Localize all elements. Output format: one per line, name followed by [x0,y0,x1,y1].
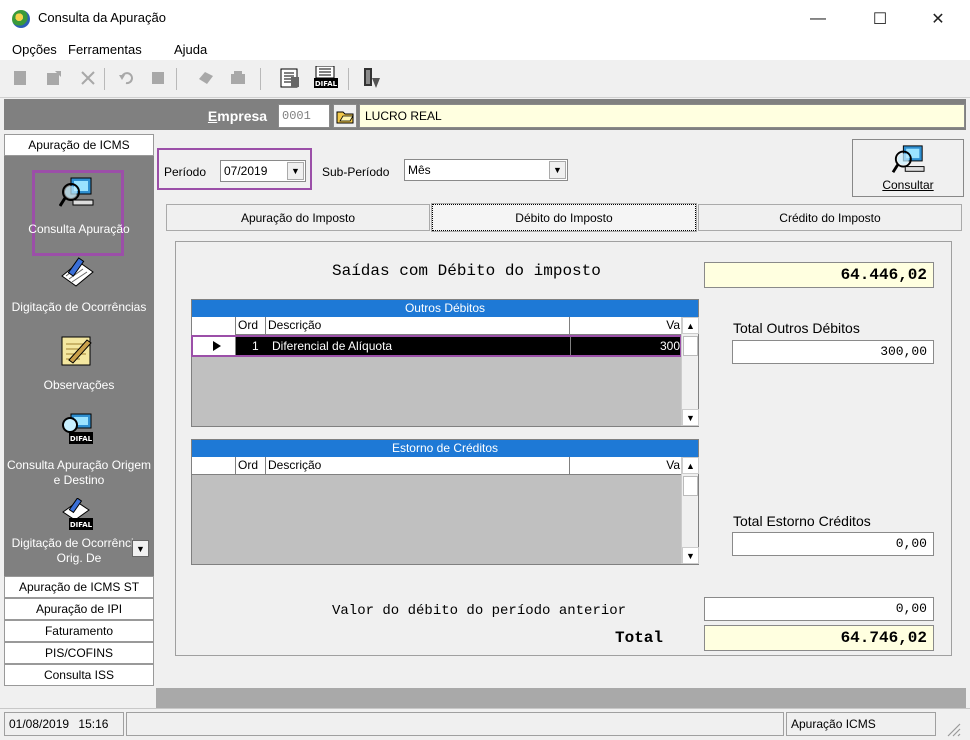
menu-ferramentas[interactable]: Ferramentas [68,42,142,57]
exit-icon[interactable] [360,66,382,90]
svg-text:DIFAL: DIFAL [315,80,338,88]
resize-grip-icon[interactable] [944,720,962,738]
debito-anterior-value: 0,00 [704,597,934,621]
nav-button-pis-cofins[interactable]: PIS/COFINS [4,642,154,664]
tab-debito-imposto[interactable]: Débito do Imposto [431,203,697,232]
empresa-label: Empresa [207,108,268,124]
outros-debitos-caption: Outros Débitos [192,300,698,317]
total-outros-label: Total Outros Débitos [733,320,860,336]
print-preview-icon[interactable] [228,68,248,88]
svg-text:DIFAL: DIFAL [70,435,93,443]
toolbar [0,60,970,98]
col-ord: Ord [236,317,266,335]
report-icon[interactable] [278,66,302,90]
nav-panel: Consulta Apuração Digitação de Ocorrênci… [4,156,154,576]
menu-ajuda[interactable]: Ajuda [174,42,207,57]
status-message [126,712,784,736]
computer-search-icon[interactable] [59,176,95,210]
periodo-value: 07/2019 [224,164,268,178]
consultar-button[interactable]: Consultar [852,139,964,197]
col-descricao: Descrição [266,457,570,475]
menu-bar [0,38,970,60]
app-icon [12,10,30,28]
periodo-dropdown-arrow-icon[interactable]: ▼ [287,162,304,180]
stop-icon[interactable] [148,68,168,88]
subperiodo-value: Mês [408,163,431,177]
empresa-code-field[interactable]: 0001 [278,104,330,128]
close-button[interactable]: ✕ [916,4,960,34]
nav-scroll-down-button[interactable]: ▼ [132,540,149,557]
status-module: Apuração ICMS [786,712,936,736]
outros-debitos-scrollbar[interactable]: ▲ ▼ [681,317,699,426]
edit-icon[interactable] [44,68,64,88]
outros-debitos-header: Ord Descrição Va [192,317,682,335]
scroll-down-icon[interactable]: ▼ [682,547,699,564]
consultar-label: Consultar [882,178,934,192]
scroll-thumb[interactable] [683,476,698,496]
open-folder-button[interactable] [333,104,357,128]
scroll-down-icon[interactable]: ▼ [682,409,699,426]
col-ord: Ord [236,457,266,475]
new-icon[interactable] [10,68,30,88]
nav-item-consulta-apuracao-origem-destino[interactable]: Consulta Apuração Origem e Destino [4,458,154,488]
row-highlight [191,335,682,357]
col-valor: Va [666,458,680,472]
tab-apuracao-imposto[interactable]: Apuração do Imposto [166,204,430,231]
nav-item-consulta-apuracao[interactable]: Consulta Apuração [4,222,154,237]
periodo-label: Período [164,165,207,179]
subperiodo-dropdown-arrow-icon[interactable]: ▼ [549,161,566,179]
scroll-up-icon[interactable]: ▲ [682,317,699,334]
status-time: 15:16 [78,717,109,731]
content-bottom-strip [156,688,966,708]
nav-button-consulta-iss[interactable]: Consulta ISS [4,664,154,686]
col-descricao: Descrição [266,317,570,335]
col-valor: Va [666,318,680,332]
total-label: Total [615,629,664,647]
difal-icon[interactable]: DIFAL [312,66,340,90]
empresa-name-field: LUCRO REAL [359,104,965,128]
delete-icon[interactable] [78,68,98,88]
notepad-pencil-icon[interactable] [59,334,95,368]
saidas-value: 64.446,02 [704,262,934,288]
nav-button-apuracao-icms-st[interactable]: Apuração de ICMS ST [4,576,154,598]
total-estorno-value: 0,00 [732,532,934,556]
menu-opcoes[interactable]: Opções [12,42,57,57]
nav-header-apuracao-icms[interactable]: Apuração de ICMS [4,134,154,156]
saidas-label: Saídas com Débito do imposto [332,262,601,280]
notebook-pen-icon[interactable] [59,256,95,290]
nav-item-digitacao-ocorrencias[interactable]: Digitação de Ocorrências [4,300,154,315]
nav-button-faturamento[interactable]: Faturamento [4,620,154,642]
svg-text:DIFAL: DIFAL [70,521,93,529]
window-title: Consulta da Apuração [38,10,166,25]
computer-difal-icon[interactable]: DIFAL [59,412,95,446]
folder-icon [336,111,354,124]
minimize-button[interactable]: — [796,4,840,34]
undo-icon[interactable] [116,68,136,88]
estorno-creditos-scrollbar[interactable]: ▲ ▼ [681,457,699,564]
notebook-difal-icon[interactable]: DIFAL [59,498,95,532]
estorno-creditos-header: Ord Descrição Va [192,457,682,475]
nav-item-observacoes[interactable]: Observações [4,378,154,393]
empresa-label-rest: mpresa [217,108,268,124]
scroll-up-icon[interactable]: ▲ [682,457,699,474]
maximize-button[interactable]: ☐ [858,4,902,34]
computer-search-icon [891,145,925,173]
scroll-thumb[interactable] [683,336,698,356]
total-value: 64.746,02 [704,625,934,651]
subperiodo-select[interactable]: Mês [404,159,568,181]
status-date: 01/08/2019 [9,717,70,731]
subperiodo-label: Sub-Período [322,165,390,179]
tab-credito-imposto[interactable]: Crédito do Imposto [698,204,962,231]
estorno-creditos-caption: Estorno de Créditos [192,440,698,457]
total-outros-value: 300,00 [732,340,934,364]
print-icon[interactable] [196,68,216,88]
status-datetime: 01/08/2019 15:16 [4,712,124,736]
total-estorno-label: Total Estorno Créditos [733,513,871,529]
nav-button-apuracao-ipi[interactable]: Apuração de IPI [4,598,154,620]
debito-anterior-label: Valor do débito do período anterior [332,603,627,619]
